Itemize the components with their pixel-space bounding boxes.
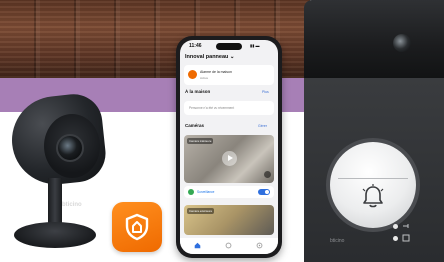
- doorbell-camera-module: [304, 0, 444, 78]
- presence-card[interactable]: Personne n'a été vu récemment: [184, 101, 274, 115]
- home-tab-icon[interactable]: [194, 242, 201, 249]
- doorbell-status-led: [393, 224, 398, 229]
- indoor-camera-stand: [48, 178, 62, 226]
- dynamic-island: [216, 43, 242, 50]
- doorbell-brand-label: bticino: [330, 238, 345, 244]
- section-cameras-link[interactable]: Gérer: [258, 124, 267, 128]
- key-icon: [403, 224, 409, 228]
- feed-label: Caméra extérieure: [187, 208, 215, 214]
- doorbell-lens-icon: [393, 34, 411, 52]
- door-icon: [402, 234, 410, 242]
- alarm-label: Alarme de la maison: [200, 70, 232, 74]
- home-title[interactable]: Innoval panneau ⌄: [185, 54, 235, 60]
- surveillance-row: Surveillance: [184, 186, 274, 198]
- play-icon[interactable]: [222, 151, 237, 166]
- doorbell-divider: [338, 178, 408, 179]
- feed-label: Caméra intérieure: [187, 138, 214, 144]
- alarm-status: Active: [200, 76, 209, 80]
- camera-feed-indoor[interactable]: Caméra intérieure: [184, 135, 274, 183]
- settings-tab-icon[interactable]: [256, 242, 263, 249]
- surveillance-label: Surveillance: [197, 190, 215, 194]
- camera-feed-outdoor[interactable]: Caméra extérieure: [184, 205, 274, 235]
- indoor-camera-base: [14, 222, 96, 248]
- signal-battery-icon: ▮▮ ▬: [250, 43, 260, 48]
- product-scene: bticino 11:46 ▮▮ ▬ Innoval panneau ⌄ Ala…: [0, 0, 444, 262]
- surveillance-toggle[interactable]: [258, 189, 270, 195]
- camera-brand-label: bticino: [62, 202, 82, 208]
- devices-tab-icon[interactable]: [225, 242, 232, 249]
- status-bar: 11:46 ▮▮ ▬: [180, 40, 278, 52]
- section-home-heading: À la maison: [185, 89, 211, 94]
- presence-text: Personne n'a été vu récemment: [189, 106, 235, 110]
- section-home-link[interactable]: Plus: [262, 90, 269, 94]
- shield-icon: [125, 213, 149, 241]
- section-cameras-heading: Caméras: [185, 123, 205, 128]
- camera-lens-icon: [56, 134, 84, 162]
- tab-bar: [180, 238, 278, 254]
- phone-screen: 11:46 ▮▮ ▬ Innoval panneau ⌄ Alarme de l…: [180, 40, 278, 254]
- status-time: 11:46: [189, 43, 202, 49]
- alarm-card[interactable]: Alarme de la maison Active: [184, 65, 274, 85]
- surveillance-icon: [188, 189, 194, 195]
- doorbell-status-led: [393, 236, 398, 241]
- bell-icon: [362, 184, 384, 208]
- fullscreen-icon[interactable]: [264, 171, 271, 178]
- alarm-shield-icon: [188, 70, 197, 79]
- doorbell-button[interactable]: [330, 142, 416, 228]
- app-icon: [112, 202, 162, 252]
